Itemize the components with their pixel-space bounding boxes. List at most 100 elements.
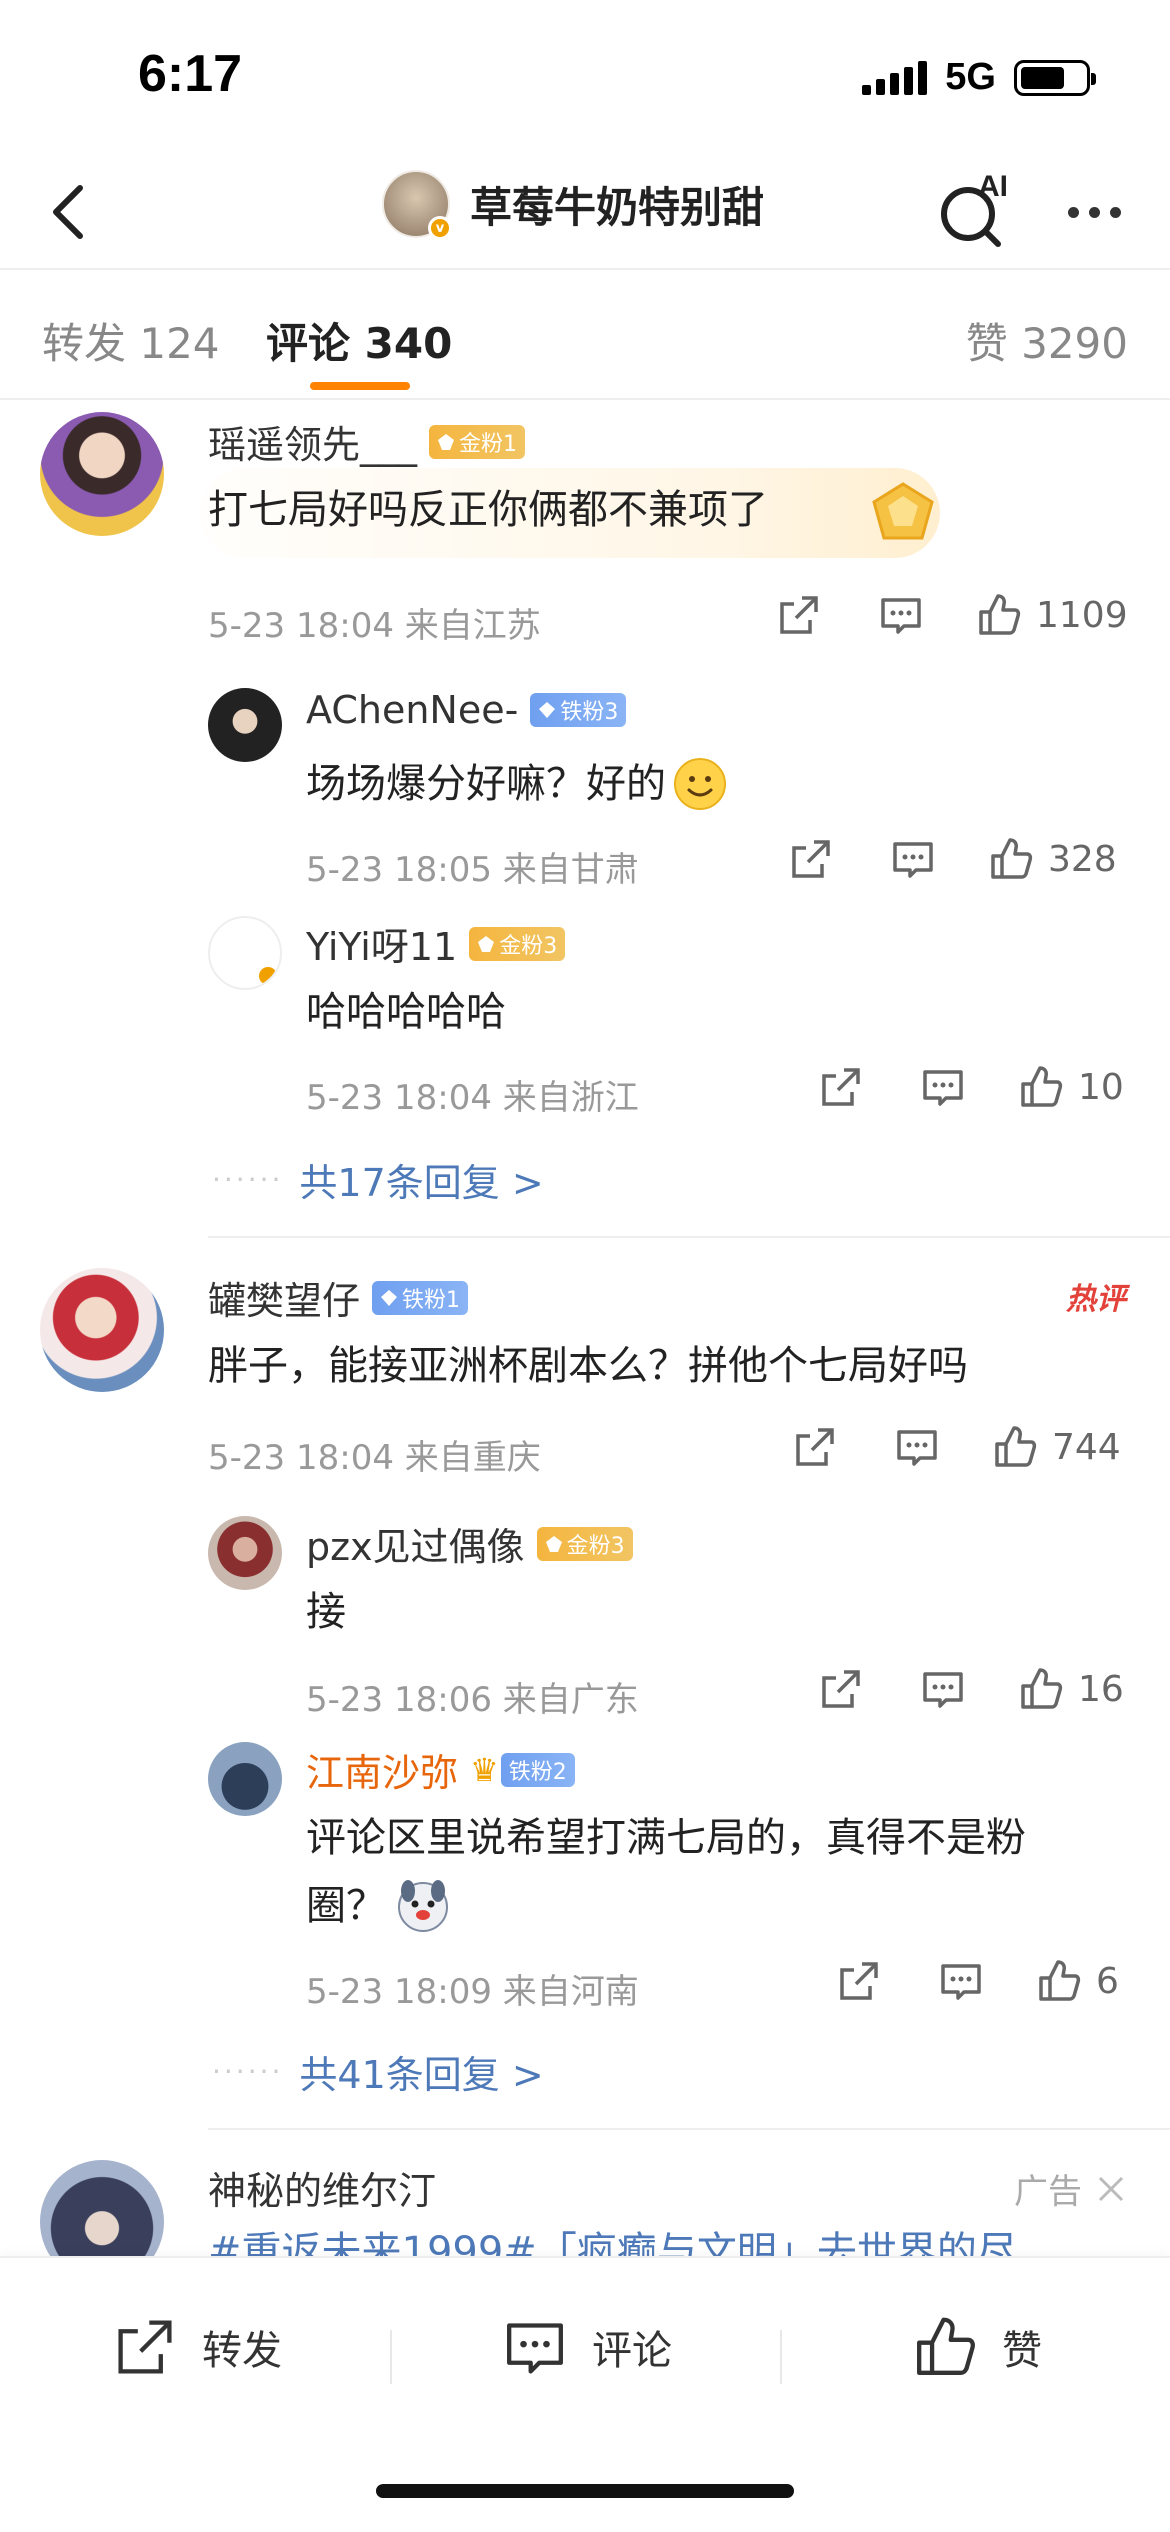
diamond-icon [381,1289,398,1306]
ad-tag[interactable]: 广告 [1014,2164,1126,2213]
author-info[interactable]: v 草莓牛奶特别甜 [382,170,765,240]
ad-label: 广告 [1014,2172,1082,2212]
fan-badge[interactable]: 铁粉2 [500,1752,575,1787]
home-indicator[interactable] [376,2484,794,2498]
repost-button[interactable]: 转发 [112,2314,282,2380]
diamond-icon [539,702,556,718]
like-button[interactable]: 16 [1018,1666,1124,1712]
reply-actions: 10 [818,1064,1124,1110]
tab-likes[interactable]: 赞 3290 [966,310,1128,371]
reply-username[interactable]: 江南沙弥 [306,1742,458,1797]
reply-username[interactable]: YiYi呀11 [306,916,457,971]
ad-username[interactable]: 神秘的维尔汀 [208,2160,436,2215]
comment-divider [208,2128,1170,2130]
tab-comments[interactable]: 评论 340 [266,310,452,371]
ai-search-button[interactable]: AI [938,170,1018,250]
close-icon[interactable] [1096,2174,1126,2204]
fan-badge[interactable]: 金粉1 [429,424,526,459]
dog-emoji-icon [398,1880,448,1932]
comment-username[interactable]: 罐樊望仔 [208,1270,360,1325]
reply-meta: 5-23 18:06 来自广东 [306,1680,639,1720]
bottom-separator [390,2330,392,2384]
share-icon[interactable] [818,1064,864,1110]
comment-button[interactable]: 评论 [502,2314,672,2380]
share-icon[interactable] [836,1958,882,2004]
like-label: 赞 [1002,2328,1042,2374]
like-button[interactable]: 10 [1018,1064,1124,1110]
like-bottom-button[interactable]: 赞 [912,2314,1042,2380]
thumbs-up-icon [1021,1668,1063,1709]
comment-avatar[interactable] [40,412,164,536]
reply-username[interactable]: AChenNee- [306,688,518,732]
reply-actions: 6 [836,1958,1119,2004]
comment-text: 打七局好吗反正你俩都不兼项了 [208,487,768,533]
thumbs-up-icon [1039,1960,1081,2001]
reply-header: AChenNee- 铁粉3 [306,688,627,732]
reply-text-row: 圈？ [306,1874,452,1938]
like-button[interactable]: 6 [1036,1958,1119,2004]
network-label: 5G [945,56,996,98]
status-bar: 6:17 5G [0,0,1170,150]
active-tab-indicator [310,382,410,390]
reply-avatar[interactable] [208,1516,282,1590]
more-button[interactable] [1054,172,1134,252]
share-icon[interactable] [788,836,834,882]
comment-icon[interactable] [890,836,936,882]
reply-text: 哈哈哈哈哈 [306,989,506,1035]
comment-avatar[interactable] [40,1268,164,1392]
ad-header: 神秘的维尔汀 [208,2160,436,2215]
share-icon[interactable] [818,1666,864,1712]
author-avatar[interactable]: v [382,170,452,240]
reply-avatar[interactable] [208,916,282,990]
thumbs-up-icon [979,594,1021,635]
comment-username[interactable]: 瑶遥领先___ [208,414,417,469]
more-replies-link[interactable]: ······ 共17条回复 > [212,1152,544,1207]
fan-badge[interactable]: 金粉3 [536,1526,633,1561]
comment-icon[interactable] [894,1424,940,1470]
comment-icon[interactable] [878,592,924,638]
comment-divider [208,1236,1170,1238]
fan-badge-label: 金粉1 [459,431,518,457]
fan-badge-label: 金粉3 [566,1533,625,1559]
back-button[interactable] [28,172,108,252]
status-indicators: 5G [862,56,1096,99]
like-count: 744 [1052,1426,1121,1468]
like-button[interactable]: 328 [988,836,1117,882]
thumbs-up-icon [917,2317,975,2375]
comment-icon[interactable] [938,1958,984,2004]
like-count: 6 [1096,1960,1119,2002]
like-button[interactable]: 744 [992,1424,1121,1470]
comment-meta: 5-23 18:04 来自重庆 [208,1438,541,1478]
comment-actions: 744 [792,1424,1121,1470]
fan-badge[interactable]: 铁粉1 [372,1280,469,1315]
reply-avatar[interactable] [208,1742,282,1816]
gem-icon [438,433,455,450]
share-icon[interactable] [776,592,822,638]
gem-icon [478,935,495,952]
tab-repost[interactable]: 转发 124 [42,310,220,371]
gem-icon [545,1535,562,1552]
comment-actions: 1109 [776,592,1128,638]
signal-icon [862,60,928,95]
comment-icon[interactable] [920,1064,966,1110]
verified-icon: v [428,216,452,240]
dotted-leader: ······ [212,1163,284,1196]
page-title: 草莓牛奶特别甜 [470,182,765,232]
fan-badge-label: 铁粉2 [508,1759,567,1785]
share-icon[interactable] [792,1424,838,1470]
like-count: 10 [1078,1066,1124,1108]
fan-badge[interactable]: 金粉3 [469,926,566,961]
hot-comment-tag: 热评 [1066,1282,1126,1317]
status-time: 6:17 [138,45,243,103]
comment-meta: 5-23 18:04 来自江苏 [208,606,541,646]
tab-bar: 转发 124 评论 340 赞 3290 [0,270,1170,400]
comment-icon[interactable] [920,1666,966,1712]
reply-meta: 5-23 18:04 来自浙江 [306,1078,639,1118]
reply-avatar[interactable] [208,688,282,762]
more-replies-link[interactable]: ······ 共41条回复 > [212,2044,544,2099]
reply-username[interactable]: pzx见过偶像 [306,1516,525,1571]
like-button[interactable]: 1109 [976,592,1128,638]
fan-badge[interactable]: 铁粉3 [530,693,627,727]
bottom-separator [780,2330,782,2384]
thumbs-up-icon [1021,1066,1063,1107]
